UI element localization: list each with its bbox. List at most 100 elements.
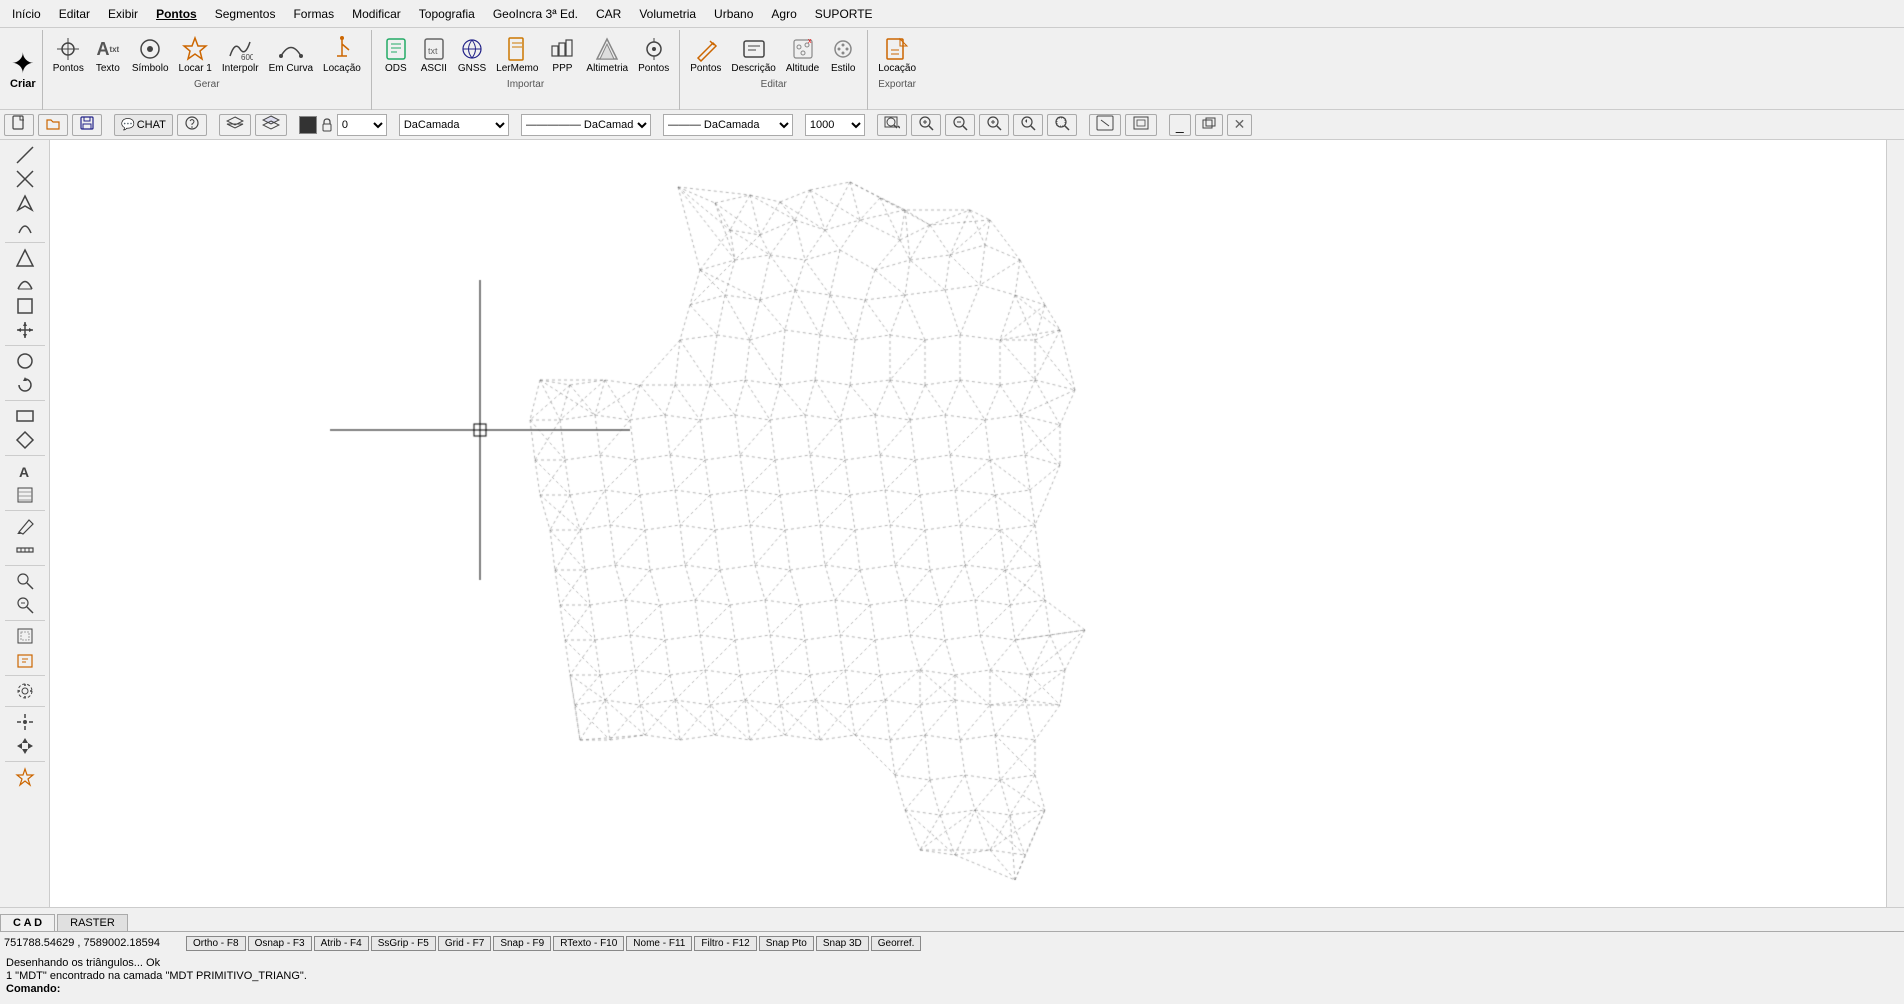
tab-raster[interactable]: RASTER bbox=[57, 914, 128, 931]
left-tool-info[interactable] bbox=[3, 649, 47, 671]
toolbar-btn-estilo[interactable]: Estilo bbox=[825, 32, 861, 77]
zoom-realtime-button[interactable] bbox=[911, 114, 941, 136]
restore-button[interactable] bbox=[1195, 114, 1223, 136]
left-tool-diamond[interactable] bbox=[3, 429, 47, 451]
new-file-button[interactable] bbox=[4, 114, 34, 136]
zoom-out-button[interactable] bbox=[945, 114, 975, 136]
toolbar-btn-pontos[interactable]: Pontos bbox=[49, 32, 88, 77]
linetype-select[interactable]: ————— DaCamada bbox=[521, 114, 651, 136]
fit-button[interactable] bbox=[1089, 114, 1121, 136]
toolbar-btn-descricao[interactable]: Descrição bbox=[727, 32, 779, 77]
zoom-in-button[interactable] bbox=[979, 114, 1009, 136]
minimize-button[interactable]: _ bbox=[1169, 114, 1191, 136]
menu-item-topografia[interactable]: Topografia bbox=[411, 5, 483, 23]
color-box[interactable] bbox=[299, 116, 317, 134]
menu-item-geoincra[interactable]: GeoIncra 3ª Ed. bbox=[485, 5, 586, 23]
left-tool-arc[interactable] bbox=[3, 216, 47, 238]
status-btn-filtro[interactable]: Filtro - F12 bbox=[694, 936, 756, 951]
open-file-button[interactable] bbox=[38, 114, 68, 136]
left-tool-move[interactable] bbox=[3, 319, 47, 341]
zoom-window-button[interactable] bbox=[877, 114, 907, 136]
zoom-select[interactable]: 1000 bbox=[805, 114, 865, 136]
left-tool-line[interactable] bbox=[3, 144, 47, 166]
menu-item-volumetria[interactable]: Volumetria bbox=[631, 5, 704, 23]
toolbar-btn-altimetria[interactable]: Altimetria bbox=[582, 32, 632, 77]
console-line-1: Desenhando os triângulos... Ok bbox=[6, 957, 1898, 969]
status-btn-snappto[interactable]: Snap Pto bbox=[759, 936, 814, 951]
toolbar-btn-ascii[interactable]: txt ASCII bbox=[416, 32, 452, 77]
status-btn-snap3d[interactable]: Snap 3D bbox=[816, 936, 869, 951]
left-tool-select[interactable] bbox=[3, 625, 47, 647]
zoom-prev-button[interactable] bbox=[1013, 114, 1043, 136]
menu-item-formas[interactable]: Formas bbox=[285, 5, 342, 23]
menu-item-inicio[interactable]: Início bbox=[4, 5, 49, 23]
menu-item-car[interactable]: CAR bbox=[588, 5, 629, 23]
left-tool-arc2[interactable] bbox=[3, 271, 47, 293]
toolbar-btn-interpolr[interactable]: 600 Interpolr bbox=[218, 32, 263, 77]
menu-item-modificar[interactable]: Modificar bbox=[344, 5, 409, 23]
zoom-extent-button[interactable] bbox=[1047, 114, 1077, 136]
status-btn-osnap[interactable]: Osnap - F3 bbox=[248, 936, 312, 951]
status-btn-nome[interactable]: Nome - F11 bbox=[626, 936, 692, 951]
layer-select-1[interactable]: DaCamada bbox=[399, 114, 509, 136]
menu-item-agro[interactable]: Agro bbox=[763, 5, 804, 23]
lineweight-select[interactable]: ——— DaCamada bbox=[663, 114, 793, 136]
status-btn-snap[interactable]: Snap - F9 bbox=[493, 936, 551, 951]
left-tool-diagonal[interactable] bbox=[3, 168, 47, 190]
toolbar-btn-texto[interactable]: Atxt Texto bbox=[90, 32, 126, 77]
toolbar-btn-lermemo[interactable]: LerMemo bbox=[492, 32, 542, 77]
left-tool-circle[interactable] bbox=[3, 350, 47, 372]
menu-item-segmentos[interactable]: Segmentos bbox=[207, 5, 284, 23]
status-btn-atrib[interactable]: Atrib - F4 bbox=[314, 936, 369, 951]
left-tool-pencil[interactable] bbox=[3, 515, 47, 537]
toolbar-btn-altitude[interactable]: x Altitude bbox=[782, 32, 823, 77]
toolbar-btn-editar-pontos[interactable]: Pontos bbox=[686, 32, 725, 77]
layers-button[interactable] bbox=[219, 114, 251, 136]
left-tool-search[interactable] bbox=[3, 570, 47, 592]
chat-button[interactable]: 💬 CHAT bbox=[114, 114, 173, 136]
menu-item-exibir[interactable]: Exibir bbox=[100, 5, 146, 23]
left-tool-text[interactable]: A bbox=[3, 460, 47, 482]
console-prompt[interactable]: Comando: bbox=[6, 983, 1898, 995]
menu-item-pontos[interactable]: Pontos bbox=[148, 5, 205, 23]
left-tool-cursor[interactable] bbox=[3, 711, 47, 733]
close-button[interactable]: ✕ bbox=[1227, 114, 1253, 136]
help-button[interactable] bbox=[177, 114, 207, 136]
left-tool-search2[interactable] bbox=[3, 594, 47, 616]
left-tool-pan[interactable] bbox=[3, 735, 47, 757]
save-file-button[interactable] bbox=[72, 114, 102, 136]
toolbar-btn-ppp[interactable]: PPP bbox=[544, 32, 580, 77]
toolbar-btn-simbolo[interactable]: Símbolo bbox=[128, 32, 173, 77]
left-tool-rotate[interactable] bbox=[3, 374, 47, 396]
left-tool-gear[interactable] bbox=[3, 680, 47, 702]
left-tool-ruler[interactable] bbox=[3, 539, 47, 561]
status-btn-ssgrip[interactable]: SsGrip - F5 bbox=[371, 936, 436, 951]
left-tool-square[interactable] bbox=[3, 295, 47, 317]
toolbar-btn-exportar-locacao[interactable]: Locação bbox=[874, 32, 920, 77]
toolbar-btn-locar1[interactable]: Locar 1 bbox=[175, 32, 216, 77]
menu-item-editar[interactable]: Editar bbox=[51, 5, 98, 23]
toolbar-btn-pontos2[interactable]: Pontos bbox=[634, 32, 673, 77]
lermemo-icon bbox=[503, 35, 531, 63]
toolbar-btn-ods[interactable]: ODS bbox=[378, 32, 414, 77]
toolbar-btn-gnss[interactable]: GNSS bbox=[454, 32, 490, 77]
left-tool-triangle[interactable] bbox=[3, 247, 47, 269]
left-tool-hatch[interactable] bbox=[3, 484, 47, 506]
color-select[interactable]: 0 bbox=[337, 114, 387, 136]
fullscreen-button[interactable] bbox=[1125, 114, 1157, 136]
status-btn-georref[interactable]: Georref. bbox=[871, 936, 922, 951]
status-btn-rtexto[interactable]: RTexto - F10 bbox=[553, 936, 624, 951]
tab-cad[interactable]: C A D bbox=[0, 914, 55, 931]
criar-button[interactable]: ✦ Criar bbox=[4, 30, 43, 110]
left-tool-rect2[interactable] bbox=[3, 405, 47, 427]
status-btn-grid[interactable]: Grid - F7 bbox=[438, 936, 491, 951]
canvas-area[interactable] bbox=[50, 140, 1886, 907]
left-tool-star[interactable] bbox=[3, 766, 47, 788]
toolbar-btn-emcurva[interactable]: Em Curva bbox=[265, 32, 317, 77]
status-btn-ortho[interactable]: Ortho - F8 bbox=[186, 936, 246, 951]
menu-item-suporte[interactable]: SUPORTE bbox=[807, 5, 881, 23]
left-tool-arrow[interactable] bbox=[3, 192, 47, 214]
layers2-button[interactable] bbox=[255, 114, 287, 136]
menu-item-urbano[interactable]: Urbano bbox=[706, 5, 761, 23]
toolbar-btn-locacao[interactable]: Locação bbox=[319, 32, 365, 77]
